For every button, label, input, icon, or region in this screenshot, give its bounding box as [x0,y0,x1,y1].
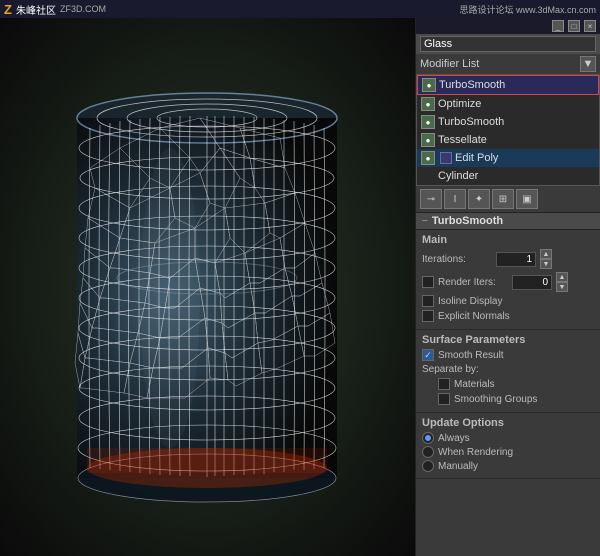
modifier-item-turbosm-1[interactable]: ● TurboSmooth [417,113,599,131]
mod-eye-icon-3: ● [421,133,435,147]
manually-label: Manually [438,461,478,472]
surface-params-title: Surface Parameters [422,334,594,346]
site-url: ZF3D.COM [60,4,106,14]
iterations-label: Iterations: [422,254,492,265]
modifier-toolbar: ⊸ I ✦ ⊞ ▣ [416,186,600,213]
iterations-input[interactable] [496,252,536,267]
modifier-item-turbosm-0[interactable]: ● TurboSmooth [417,75,599,95]
modifier-item-optimize[interactable]: ● Optimize [417,95,599,113]
surface-params-group: Surface Parameters ✓ Smooth Result Separ… [416,330,600,413]
isoline-label: Isoline Display [438,296,502,307]
iterations-spinner: ▲ ▼ [540,249,552,269]
section-title: TurboSmooth [432,215,503,227]
grid-toolbar-btn[interactable]: ⊞ [492,189,514,209]
header-right-text: 思路设计论坛 www.3dMax.cn.com [459,3,596,16]
smoothing-groups-label: Smoothing Groups [454,394,537,405]
viewport[interactable] [0,18,415,556]
render-iters-label: Render Iters: [438,277,508,288]
mod-box-icon-4 [440,152,452,164]
modifier-list-label: Modifier List [420,58,479,70]
smoothing-groups-checkbox[interactable] [438,393,450,405]
object-name-input[interactable] [420,36,596,52]
separate-by-row: Separate by: [422,364,594,375]
properties-panel: − TurboSmooth Main Iterations: ▲ ▼ [416,213,600,556]
modifier-item-editpoly[interactable]: ● Edit Poly [417,149,599,167]
object-name-row [416,34,600,54]
mod-eye-icon-4: ● [421,151,435,165]
iterations-down-btn[interactable]: ▼ [540,259,552,269]
main-group-title: Main [422,234,594,246]
explicit-normals-checkbox[interactable] [422,310,434,322]
modifier-label-row: Modifier List ▼ [416,54,600,74]
always-radio[interactable] [422,432,434,444]
modifier-item-tessellate[interactable]: ● Tessellate [417,131,599,149]
close-btn[interactable]: × [584,20,596,32]
smooth-result-checkbox[interactable]: ✓ [422,349,434,361]
render-iters-down-btn[interactable]: ▼ [556,282,568,292]
modifier-name-4: Edit Poly [455,152,498,164]
explicit-normals-label: Explicit Normals [438,311,510,322]
render-iters-spinner: ▲ ▼ [556,272,568,292]
modifier-name-0: TurboSmooth [439,79,505,91]
isoline-checkbox[interactable] [422,295,434,307]
update-options-title: Update Options [422,417,594,429]
pin-toolbar-btn[interactable]: ⊸ [420,189,442,209]
smoothing-groups-row: Smoothing Groups [438,393,594,405]
materials-label: Materials [454,379,495,390]
modifier-dropdown-btn[interactable]: ▼ [580,56,596,72]
iterations-row: Iterations: ▲ ▼ [422,249,594,269]
modifier-name-5: Cylinder [438,170,478,182]
turbosm-section-header[interactable]: − TurboSmooth [416,213,600,230]
render-iters-input[interactable] [512,275,552,290]
main-prop-group: Main Iterations: ▲ ▼ Render Iters: [416,230,600,330]
smooth-result-row: ✓ Smooth Result [422,349,594,361]
modifier-name-2: TurboSmooth [438,116,504,128]
modifier-item-cylinder[interactable]: Cylinder [417,167,599,185]
always-row: Always [422,432,594,444]
render-iters-checkbox[interactable] [422,276,434,288]
minimize-btn[interactable]: _ [552,20,564,32]
materials-checkbox[interactable] [438,378,450,390]
modifier-name-1: Optimize [438,98,481,110]
update-options-group: Update Options Always When Rendering Man… [416,413,600,479]
modifier-name-3: Tessellate [438,134,487,146]
render-iters-up-btn[interactable]: ▲ [556,272,568,282]
always-label: Always [438,433,470,444]
site-name: 朱峰社区 [16,2,56,17]
when-rendering-radio[interactable] [422,446,434,458]
when-rendering-label: When Rendering [438,447,513,458]
panel-header: _ □ × [416,18,600,34]
modifier-list: ● TurboSmooth ● Optimize ● TurboSmooth ●… [416,74,600,186]
materials-row: Materials [438,378,594,390]
maximize-btn[interactable]: □ [568,20,580,32]
main-layout: _ □ × Modifier List ▼ ● TurboSmooth ● Op… [0,18,600,556]
iterations-up-btn[interactable]: ▲ [540,249,552,259]
top-bar: Z 朱峰社区 ZF3D.COM 思路设计论坛 www.3dMax.cn.com [0,0,600,18]
camera-toolbar-btn[interactable]: ▣ [516,189,538,209]
mesh-svg [0,18,415,556]
render-iters-row: Render Iters: ▲ ▼ [422,272,594,292]
manually-row: Manually [422,460,594,472]
viewport-canvas [0,18,415,556]
move-toolbar-btn[interactable]: I [444,189,466,209]
wrench-toolbar-btn[interactable]: ✦ [468,189,490,209]
manually-radio[interactable] [422,460,434,472]
isoline-row: Isoline Display [422,295,594,307]
separate-by-label: Separate by: [422,364,492,375]
explicit-normals-row: Explicit Normals [422,310,594,322]
section-toggle-icon: − [422,216,428,227]
mod-eye-icon-2: ● [421,115,435,129]
smooth-result-label: Smooth Result [438,350,504,361]
mod-eye-icon-0: ● [422,78,436,92]
logo-z-icon: Z [4,2,12,17]
when-rendering-row: When Rendering [422,446,594,458]
mod-eye-icon-1: ● [421,97,435,111]
right-panel: _ □ × Modifier List ▼ ● TurboSmooth ● Op… [415,18,600,556]
logo-area: Z 朱峰社区 ZF3D.COM [4,2,106,17]
